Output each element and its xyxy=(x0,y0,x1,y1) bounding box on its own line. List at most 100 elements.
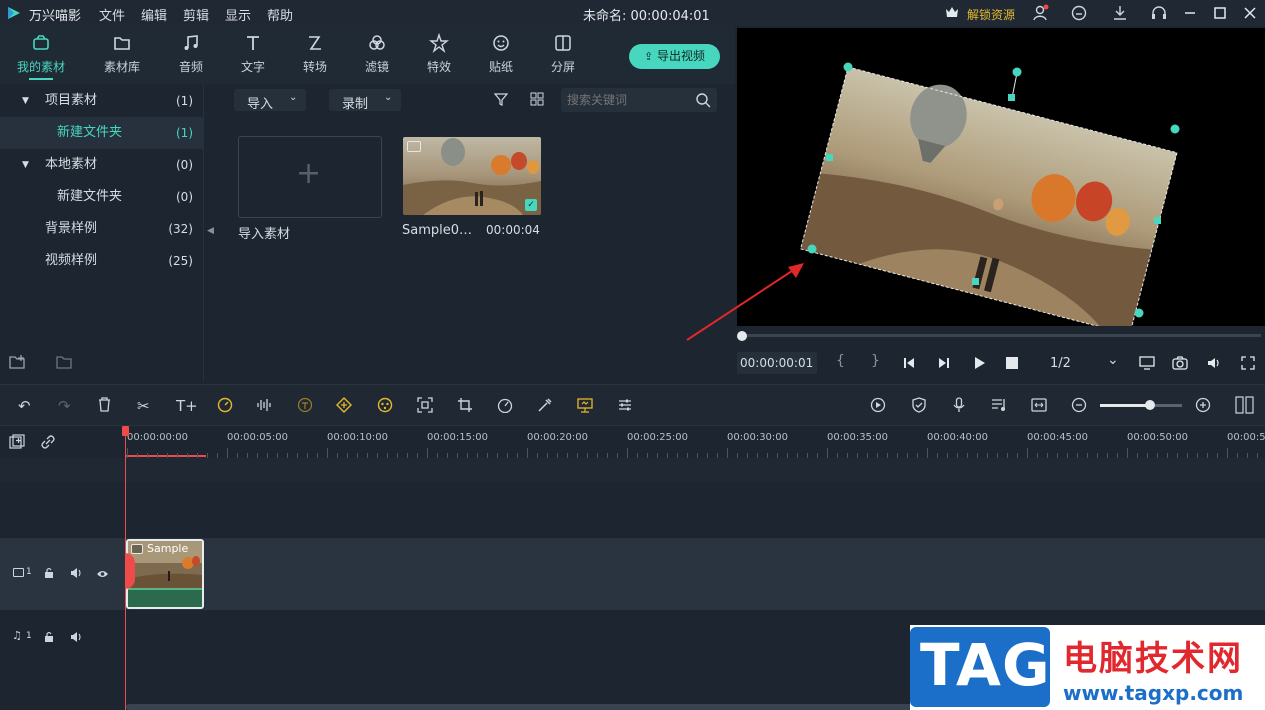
cut-scissors-icon[interactable]: ✂ xyxy=(137,397,150,415)
current-time-field[interactable]: 00:00:00:01 xyxy=(737,352,817,374)
resize-handle-bottom-right[interactable] xyxy=(1134,308,1144,318)
display-settings-icon[interactable] xyxy=(1139,355,1155,371)
sidebar-item-video-samples[interactable]: 视频样例 (25) xyxy=(0,245,203,277)
volume-icon[interactable] xyxy=(1206,355,1222,371)
menu-edit[interactable]: 编辑 xyxy=(141,5,167,24)
crown-icon[interactable] xyxy=(944,4,960,20)
message-icon[interactable] xyxy=(1070,4,1088,22)
lock-icon[interactable] xyxy=(44,567,54,579)
zoom-out-icon[interactable] xyxy=(1071,397,1087,417)
resize-handle-bottom-left[interactable] xyxy=(807,244,817,254)
snapshot-camera-icon[interactable] xyxy=(1172,355,1188,371)
tab-split-screen[interactable]: 分屏 xyxy=(535,26,591,84)
delete-icon[interactable] xyxy=(97,397,112,416)
resize-handle-top-right[interactable] xyxy=(1170,124,1180,134)
speed-gauge-icon[interactable] xyxy=(497,397,513,417)
tab-stickers[interactable]: 贴纸 xyxy=(473,26,529,84)
menu-view[interactable]: 显示 xyxy=(225,5,251,24)
redo-icon[interactable]: ↷ xyxy=(58,397,71,415)
audio-mixer-icon[interactable] xyxy=(991,397,1007,417)
search-box[interactable] xyxy=(561,88,717,112)
speed-ramp-icon[interactable] xyxy=(217,397,233,417)
sidebar-item-new-folder[interactable]: 新建文件夹 (0) xyxy=(0,181,203,213)
rotate-handle[interactable] xyxy=(1012,67,1022,77)
search-input[interactable] xyxy=(567,91,687,109)
sidebar-item-local-media[interactable]: ▼ 本地素材 (0) xyxy=(0,149,203,181)
lock-icon[interactable] xyxy=(44,631,54,643)
keyframe-icon[interactable] xyxy=(336,397,352,417)
caret-down-icon[interactable]: ▼ xyxy=(22,85,29,117)
search-icon[interactable] xyxy=(695,92,711,108)
tab-transitions[interactable]: 转场 xyxy=(287,26,343,84)
tab-effects[interactable]: 特效 xyxy=(411,26,467,84)
sidebar-item-project-media[interactable]: ▼ 项目素材 (1) xyxy=(0,85,203,117)
download-icon[interactable] xyxy=(1111,4,1129,22)
add-track-icon[interactable] xyxy=(9,434,25,450)
menu-file[interactable]: 文件 xyxy=(99,5,125,24)
menu-help[interactable]: 帮助 xyxy=(267,5,293,24)
account-icon[interactable] xyxy=(1032,4,1050,22)
import-dropdown[interactable]: 导入 ⌄ xyxy=(234,89,306,112)
collapse-sidebar-icon[interactable]: ◀ xyxy=(207,226,214,236)
add-text-icon[interactable]: T+ xyxy=(176,397,198,415)
playhead-handle[interactable] xyxy=(122,426,129,436)
tab-text[interactable]: 文字 xyxy=(225,26,281,84)
headset-icon[interactable] xyxy=(1150,4,1168,22)
color-picker-icon[interactable] xyxy=(537,397,553,417)
speaker-icon[interactable] xyxy=(70,567,83,579)
fit-timeline-icon[interactable] xyxy=(1031,397,1047,417)
undo-icon[interactable]: ↶ xyxy=(18,397,31,415)
playback-progress-track[interactable] xyxy=(741,334,1261,337)
playback-scrubber-handle[interactable] xyxy=(737,331,747,341)
audio-wave-icon[interactable] xyxy=(256,397,272,417)
eye-icon[interactable] xyxy=(96,568,109,578)
checked-icon[interactable]: ✓ xyxy=(525,199,537,211)
speaker-icon[interactable] xyxy=(70,631,83,643)
export-video-button[interactable]: ⇪ 导出视频 xyxy=(629,44,720,69)
green-screen-icon[interactable] xyxy=(577,397,593,417)
menu-clip[interactable]: 剪辑 xyxy=(183,5,209,24)
panel-toggle-icon[interactable] xyxy=(1235,396,1255,414)
crop-icon[interactable] xyxy=(457,397,473,417)
chevron-down-icon[interactable]: ⌄ xyxy=(1107,352,1119,368)
sidebar-item-new-folder-selected[interactable]: 新建文件夹 (1) xyxy=(0,117,203,149)
timeline-ruler[interactable]: 00:00:00:00 00:00:05:00 00:00:10:00 00:00:1… xyxy=(0,426,1265,458)
minimize-icon[interactable] xyxy=(1181,4,1199,22)
tab-stock-library[interactable]: 素材库 xyxy=(94,26,150,84)
resize-handle-top-left[interactable] xyxy=(843,62,853,72)
mark-out-button[interactable]: } xyxy=(871,353,880,369)
marker-shield-icon[interactable] xyxy=(911,397,927,417)
tts-icon[interactable] xyxy=(297,397,313,416)
mark-in-button[interactable]: { xyxy=(836,353,845,369)
video-clip[interactable]: Sample xyxy=(126,539,204,609)
resize-handle-left[interactable] xyxy=(826,154,833,161)
color-palette-icon[interactable] xyxy=(377,397,393,417)
media-clip-thumbnail[interactable]: ✓ xyxy=(403,137,541,215)
fit-frame-icon[interactable] xyxy=(417,397,433,417)
zoom-slider-track[interactable] xyxy=(1100,404,1182,407)
close-icon[interactable] xyxy=(1241,4,1259,22)
zoom-slider-handle[interactable] xyxy=(1145,400,1155,410)
link-icon[interactable] xyxy=(40,434,56,450)
unlock-resources-link[interactable]: 解锁资源 xyxy=(967,6,1015,23)
tab-audio[interactable]: 音频 xyxy=(163,26,219,84)
play-icon[interactable] xyxy=(972,356,986,370)
import-media-tile[interactable]: + xyxy=(238,136,382,218)
tab-filters[interactable]: 滤镜 xyxy=(349,26,405,84)
sidebar-item-background-samples[interactable]: 背景样例 (32) xyxy=(0,213,203,245)
record-dropdown[interactable]: 录制 ⌄ xyxy=(329,89,401,112)
preview-quality-select[interactable]: 1/2 xyxy=(1050,356,1071,371)
fullscreen-icon[interactable] xyxy=(1240,355,1256,371)
filter-funnel-icon[interactable] xyxy=(493,92,509,106)
caret-down-icon[interactable]: ▼ xyxy=(22,149,29,181)
resize-handle-right[interactable] xyxy=(1154,217,1161,224)
resize-handle-bottom[interactable] xyxy=(972,278,979,285)
tab-my-media[interactable]: 我的素材 xyxy=(13,26,69,84)
adjust-sliders-icon[interactable] xyxy=(617,397,633,417)
resize-handle-top[interactable] xyxy=(1008,94,1015,101)
microphone-icon[interactable] xyxy=(951,397,967,417)
stop-icon[interactable] xyxy=(1006,357,1018,369)
folder-icon[interactable] xyxy=(56,354,74,370)
zoom-in-icon[interactable] xyxy=(1195,397,1211,417)
grid-view-icon[interactable] xyxy=(530,92,544,106)
